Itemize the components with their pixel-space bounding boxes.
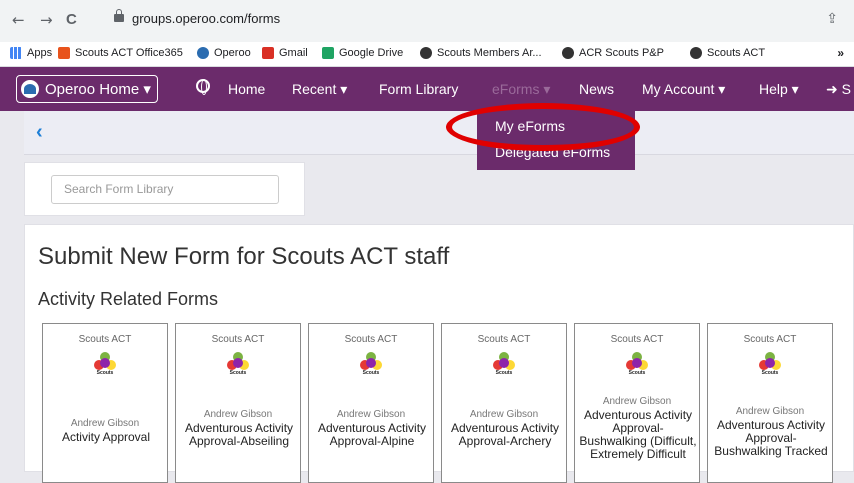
highlight-annotation: [446, 103, 640, 151]
card-title: Adventurous Activity Approval-Abseiling: [184, 421, 294, 448]
globe-icon: [420, 47, 432, 59]
nav-eforms[interactable]: eForms ▾: [492, 81, 550, 98]
google-drive-icon: [322, 47, 334, 59]
bookmark-scouts-act[interactable]: Scouts ACT: [690, 47, 765, 59]
operoo-icon: [197, 47, 209, 59]
url-text[interactable]: groups.operoo.com/forms: [132, 11, 280, 26]
bookmark-label: Gmail: [279, 47, 308, 59]
form-card[interactable]: Scouts ACT Scouts Andrew Gibson Adventur…: [308, 323, 434, 483]
nav-recent[interactable]: Recent ▾: [292, 81, 347, 98]
globe-icon: [562, 47, 574, 59]
sign-out-icon[interactable]: ➜ S: [826, 81, 851, 98]
scouts-logo-text: Scouts: [96, 370, 114, 376]
office-icon: [58, 47, 70, 59]
more-bookmarks-icon[interactable]: »: [837, 46, 844, 60]
form-card[interactable]: Scouts ACT Scouts Andrew Gibson Activity…: [42, 323, 168, 483]
form-card[interactable]: Scouts ACT Scouts Andrew Gibson Adventur…: [574, 323, 700, 483]
nav-sign-label: S: [841, 81, 851, 97]
card-author: Andrew Gibson: [735, 406, 805, 417]
search-form-library-input[interactable]: Search Form Library: [51, 175, 279, 204]
scouts-logo-text: Scouts: [362, 370, 380, 376]
scouts-logo-text: Scouts: [761, 370, 779, 376]
section-title: Activity Related Forms: [38, 289, 219, 309]
scouts-logo-text: Scouts: [628, 370, 646, 376]
bookmarks-bar: Apps Scouts ACT Office365 Operoo Gmail G…: [0, 42, 854, 67]
card-author: Andrew Gibson: [602, 396, 672, 407]
browser-toolbar: ← → C groups.operoo.com/forms ⇪: [0, 0, 854, 42]
chevron-left-icon[interactable]: ‹: [36, 121, 43, 144]
bookmark-office365[interactable]: Scouts ACT Office365: [58, 47, 183, 59]
apps-grid-icon: [10, 47, 22, 59]
main-content: Submit New Form for Scouts ACT staff Act…: [24, 224, 854, 483]
forward-arrow-icon[interactable]: →: [40, 11, 53, 29]
form-card[interactable]: Scouts ACT Scouts Andrew Gibson Adventur…: [707, 323, 833, 483]
reload-icon[interactable]: C: [66, 11, 77, 28]
nav-my-account[interactable]: My Account ▾: [642, 81, 725, 98]
scouts-logo-text: Scouts: [229, 370, 247, 376]
nav-form-library[interactable]: Form Library: [379, 81, 458, 97]
card-title: Activity Approval: [61, 430, 151, 444]
operoo-logo-icon: [21, 80, 39, 98]
card-org: Scouts ACT: [344, 334, 398, 345]
search-panel: Search Form Library: [24, 162, 305, 216]
card-title: Adventurous Activity Approval-Bushwalkin…: [714, 418, 828, 458]
card-title: Adventurous Activity Approval-Archery: [450, 421, 560, 448]
card-author: Andrew Gibson: [469, 409, 539, 420]
card-title: Adventurous Activity Approval-Alpine: [317, 421, 427, 448]
card-title: Adventurous Activity Approval-Bushwalkin…: [579, 408, 697, 461]
bookmark-operoo[interactable]: Operoo: [197, 47, 251, 59]
sub-toolbar: ‹: [24, 111, 854, 155]
form-card[interactable]: Scouts ACT Scouts Andrew Gibson Adventur…: [175, 323, 301, 483]
bookmark-label: Apps: [27, 47, 53, 59]
bookmark-label: Scouts Members Ar...: [437, 47, 542, 59]
bookmark-label: Scouts ACT Office365: [75, 47, 183, 59]
bookmark-scouts-members[interactable]: Scouts Members Ar...: [420, 47, 542, 59]
bookmark-label: Google Drive: [339, 47, 404, 59]
card-author: Andrew Gibson: [203, 409, 273, 420]
gmail-icon: [262, 47, 274, 59]
nav-news[interactable]: News: [579, 81, 614, 97]
main-navbar: Operoo Home ▾ Home Recent ▾ Form Library…: [0, 67, 854, 111]
card-org: Scouts ACT: [477, 334, 531, 345]
nav-home[interactable]: Home: [228, 81, 265, 97]
back-arrow-icon[interactable]: ←: [12, 11, 25, 29]
card-author: Andrew Gibson: [336, 409, 406, 420]
bookmark-label: ACR Scouts P&P: [579, 47, 664, 59]
form-card[interactable]: Scouts ACT Scouts Andrew Gibson Adventur…: [441, 323, 567, 483]
operoo-home-label: Operoo Home ▾: [45, 81, 151, 98]
globe-icon[interactable]: [196, 79, 210, 95]
bookmark-gmail[interactable]: Gmail: [262, 47, 308, 59]
card-org: Scouts ACT: [610, 334, 664, 345]
card-org: Scouts ACT: [211, 334, 265, 345]
card-author: Andrew Gibson: [70, 418, 140, 429]
bookmark-google-drive[interactable]: Google Drive: [322, 47, 403, 59]
globe-icon: [690, 47, 702, 59]
scouts-logo-text: Scouts: [495, 370, 513, 376]
card-org: Scouts ACT: [743, 334, 797, 345]
bookmark-acr-scouts[interactable]: ACR Scouts P&P: [562, 47, 664, 59]
share-icon[interactable]: ⇪: [826, 10, 838, 27]
bookmark-apps[interactable]: Apps: [10, 47, 52, 59]
bookmark-label: Operoo: [214, 47, 251, 59]
nav-help[interactable]: Help ▾: [759, 81, 799, 98]
card-org: Scouts ACT: [78, 334, 132, 345]
page-title: Submit New Form for Scouts ACT staff: [38, 243, 450, 270]
lock-icon: [114, 9, 124, 22]
operoo-home-dropdown[interactable]: Operoo Home ▾: [16, 75, 158, 103]
bookmark-label: Scouts ACT: [707, 47, 766, 59]
